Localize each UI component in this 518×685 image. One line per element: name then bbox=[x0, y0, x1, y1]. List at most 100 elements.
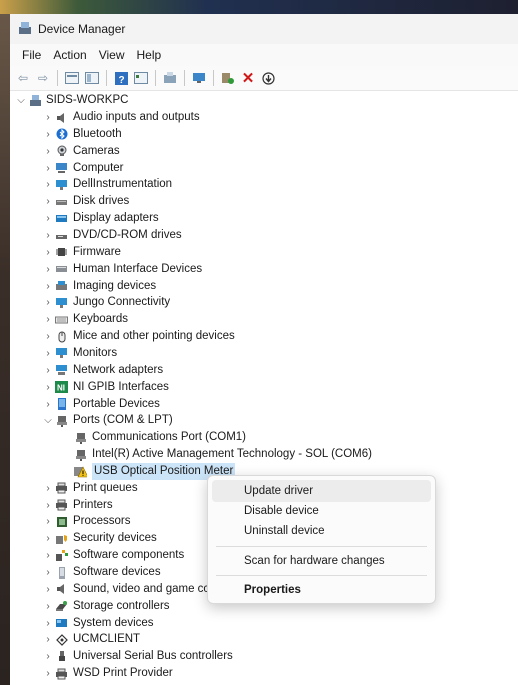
chevron-right-icon[interactable]: › bbox=[43, 547, 53, 564]
download-icon[interactable] bbox=[259, 69, 277, 87]
uninstall-device-item[interactable]: Uninstall device bbox=[212, 520, 431, 542]
tree-item[interactable]: › DellInstrumentation bbox=[10, 176, 518, 193]
tree-item[interactable]: › Cameras bbox=[10, 143, 518, 160]
menu-help[interactable]: Help bbox=[131, 48, 168, 62]
chevron-right-icon[interactable]: › bbox=[43, 665, 53, 682]
ni-icon: NI bbox=[55, 381, 68, 394]
tree-item-label: UCMCLIENT bbox=[73, 633, 141, 646]
chevron-down-icon[interactable]: ⌵ bbox=[43, 412, 53, 429]
tree-item-label: Communications Port (COM1) bbox=[92, 431, 247, 444]
menu-view[interactable]: View bbox=[93, 48, 131, 62]
scan-icon[interactable] bbox=[161, 69, 179, 87]
back-icon[interactable]: ⇦ bbox=[14, 69, 32, 87]
remove-icon[interactable]: ✕ bbox=[239, 69, 257, 87]
properties-icon[interactable] bbox=[63, 69, 81, 87]
computer-root-icon bbox=[29, 94, 42, 107]
tree-item[interactable]: › Jungo Connectivity bbox=[10, 294, 518, 311]
details-icon[interactable] bbox=[132, 69, 150, 87]
tree-item-label: Firmware bbox=[73, 245, 121, 258]
tree-item[interactable]: › Universal Serial Bus controllers bbox=[10, 648, 518, 665]
chevron-right-icon[interactable]: › bbox=[43, 311, 53, 328]
desktop-background-top bbox=[0, 0, 518, 14]
enable-icon[interactable] bbox=[219, 69, 237, 87]
chevron-right-icon[interactable]: › bbox=[43, 278, 53, 295]
tree-item[interactable]: › Audio inputs and outputs bbox=[10, 109, 518, 126]
tree-item[interactable]: › Portable Devices bbox=[10, 396, 518, 413]
storage-icon bbox=[55, 600, 68, 613]
computer-icon bbox=[55, 162, 68, 175]
chevron-right-icon[interactable]: › bbox=[43, 564, 53, 581]
tree-item-label: Monitors bbox=[73, 346, 118, 359]
chip-icon bbox=[55, 246, 68, 259]
update-driver-item[interactable]: Update driver bbox=[212, 480, 431, 502]
chevron-right-icon[interactable]: › bbox=[43, 513, 53, 530]
title-bar[interactable]: Device Manager bbox=[10, 14, 518, 44]
chevron-right-icon[interactable]: › bbox=[43, 328, 53, 345]
chevron-down-icon[interactable]: ⌵ bbox=[16, 92, 26, 109]
monitor-icon[interactable] bbox=[190, 69, 208, 87]
tree-item[interactable]: Intel(R) Active Management Technology - … bbox=[10, 446, 518, 463]
chevron-right-icon[interactable]: › bbox=[43, 362, 53, 379]
chevron-right-icon[interactable]: › bbox=[43, 244, 53, 261]
chevron-right-icon[interactable]: › bbox=[43, 261, 53, 278]
tree-item[interactable]: › Network adapters bbox=[10, 362, 518, 379]
tree-item-label: Universal Serial Bus controllers bbox=[73, 650, 233, 663]
chevron-right-icon[interactable]: › bbox=[43, 176, 53, 193]
chevron-right-icon[interactable]: › bbox=[43, 379, 53, 396]
device-manager-icon bbox=[18, 21, 32, 38]
tree-item[interactable]: › Mice and other pointing devices bbox=[10, 328, 518, 345]
chevron-right-icon[interactable]: › bbox=[43, 126, 53, 143]
tree-item[interactable]: › WSD Print Provider bbox=[10, 665, 518, 682]
disable-device-item[interactable]: Disable device bbox=[212, 500, 431, 522]
svg-text:NI: NI bbox=[57, 384, 65, 393]
tree-item[interactable]: › UCMCLIENT bbox=[10, 631, 518, 648]
tree-item[interactable]: › DVD/CD-ROM drives bbox=[10, 227, 518, 244]
portable-icon bbox=[55, 398, 68, 411]
chevron-right-icon[interactable]: › bbox=[43, 497, 53, 514]
chevron-right-icon[interactable]: › bbox=[43, 581, 53, 598]
tree-item[interactable]: › Monitors bbox=[10, 345, 518, 362]
chevron-right-icon[interactable]: › bbox=[43, 227, 53, 244]
tree-item[interactable]: › Bluetooth bbox=[10, 126, 518, 143]
chevron-right-icon[interactable]: › bbox=[43, 210, 53, 227]
chevron-right-icon[interactable]: › bbox=[43, 598, 53, 615]
tree-item[interactable]: Communications Port (COM1) bbox=[10, 429, 518, 446]
chevron-right-icon[interactable]: › bbox=[43, 109, 53, 126]
tree-item[interactable]: › Disk drives bbox=[10, 193, 518, 210]
tree-item-label: Keyboards bbox=[73, 313, 128, 326]
tree-item[interactable]: › NI NI GPIB Interfaces bbox=[10, 379, 518, 396]
scan-hardware-item[interactable]: Scan for hardware changes bbox=[212, 550, 431, 572]
tree-item-label: Processors bbox=[73, 515, 131, 528]
network-icon bbox=[55, 364, 68, 377]
tree-item[interactable]: › Imaging devices bbox=[10, 278, 518, 295]
chevron-right-icon[interactable]: › bbox=[43, 480, 53, 497]
tree-item[interactable]: › Computer bbox=[10, 160, 518, 177]
tree-item[interactable]: › System devices bbox=[10, 615, 518, 632]
chevron-right-icon[interactable]: › bbox=[43, 396, 53, 413]
tree-item-label: Display adapters bbox=[73, 212, 159, 225]
chevron-right-icon[interactable]: › bbox=[43, 294, 53, 311]
chevron-right-icon[interactable]: › bbox=[43, 631, 53, 648]
tree-item[interactable]: ⌵ Ports (COM & LPT) bbox=[10, 412, 518, 429]
chevron-right-icon[interactable]: › bbox=[43, 160, 53, 177]
tree-item-label: Network adapters bbox=[73, 363, 164, 376]
chevron-right-icon[interactable]: › bbox=[43, 648, 53, 665]
tree-item-label: Human Interface Devices bbox=[73, 262, 203, 275]
chevron-right-icon[interactable]: › bbox=[43, 143, 53, 160]
view-icon[interactable] bbox=[83, 69, 101, 87]
chevron-right-icon[interactable]: › bbox=[43, 193, 53, 210]
menu-action[interactable]: Action bbox=[47, 48, 92, 62]
chevron-right-icon[interactable]: › bbox=[43, 345, 53, 362]
help-icon[interactable]: ? bbox=[112, 69, 130, 87]
tree-item[interactable]: › Human Interface Devices bbox=[10, 261, 518, 278]
tree-item[interactable]: › Display adapters bbox=[10, 210, 518, 227]
properties-item[interactable]: Properties bbox=[212, 579, 431, 601]
forward-icon[interactable]: ⇨ bbox=[34, 69, 52, 87]
chevron-right-icon[interactable]: › bbox=[43, 530, 53, 547]
security-icon bbox=[55, 532, 68, 545]
keyboard-icon bbox=[55, 313, 68, 326]
tree-item[interactable]: › Firmware bbox=[10, 244, 518, 261]
chevron-right-icon[interactable]: › bbox=[43, 615, 53, 632]
menu-file[interactable]: File bbox=[16, 48, 47, 62]
tree-item[interactable]: › Keyboards bbox=[10, 311, 518, 328]
